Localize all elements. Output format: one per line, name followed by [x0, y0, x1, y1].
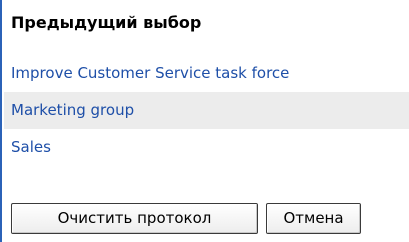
previous-selection-panel: Предыдущий выбор Improve Customer Servic… [0, 0, 409, 242]
clear-history-button[interactable]: Очистить протокол [11, 203, 258, 234]
list-item[interactable]: Improve Customer Service task force [4, 55, 409, 92]
panel-title: Предыдущий выбор [11, 13, 202, 32]
previous-selection-list: Improve Customer Service task force Mark… [4, 55, 409, 166]
cancel-button[interactable]: Отмена [266, 203, 361, 234]
list-item[interactable]: Sales [4, 129, 409, 166]
list-item[interactable]: Marketing group [4, 92, 409, 129]
